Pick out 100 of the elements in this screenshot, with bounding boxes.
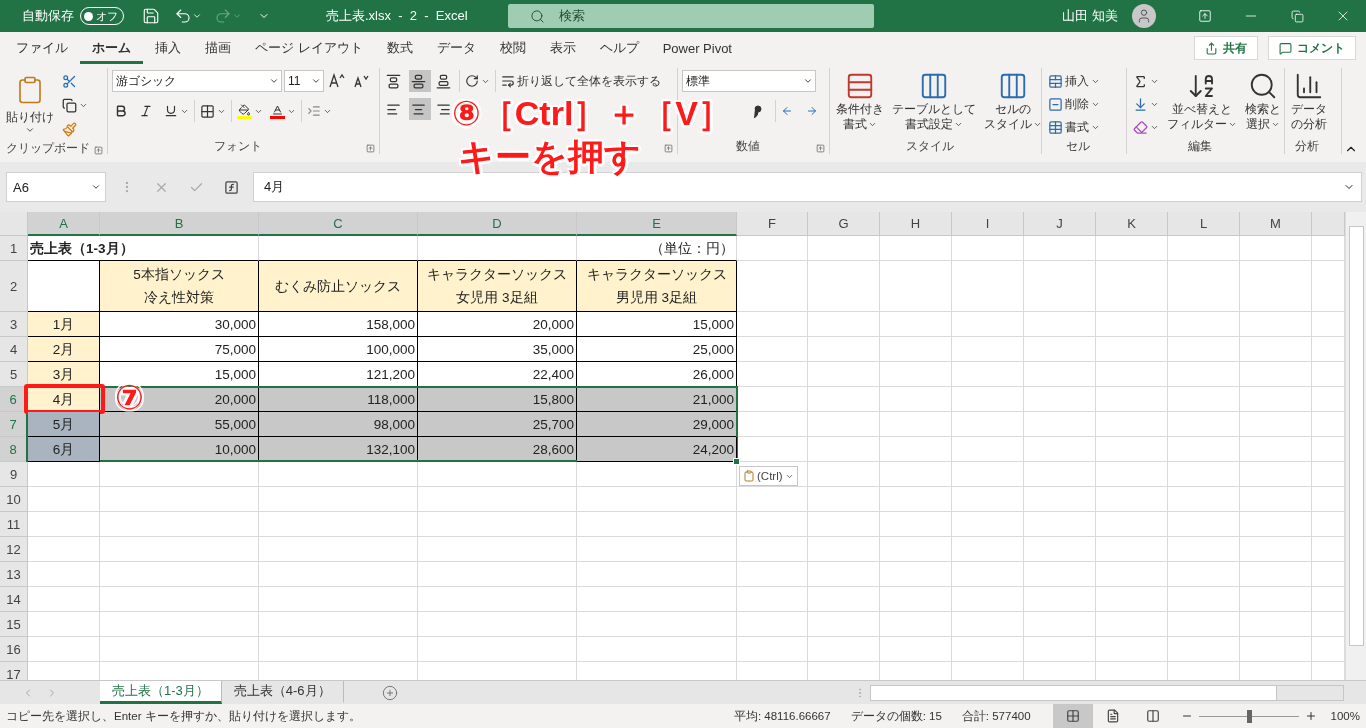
group-label: 分析	[1295, 137, 1319, 155]
grid-cell	[28, 487, 100, 512]
number-format-select[interactable]: 標準	[682, 70, 816, 92]
row-header[interactable]: 10	[0, 487, 28, 512]
zoom-thumb[interactable]	[1246, 709, 1252, 723]
style-button[interactable]: テーブルとして 書式設定	[890, 70, 978, 132]
row-header[interactable]: 4	[0, 337, 28, 362]
comment-button[interactable]: コメント	[1268, 36, 1356, 60]
table-cell: 29,000	[577, 412, 737, 437]
grid-cell	[1168, 512, 1240, 537]
font-size-select[interactable]: 11	[284, 70, 324, 92]
row-header[interactable]: 15	[0, 612, 28, 637]
editing-button[interactable]: 検索と 選択	[1243, 70, 1283, 132]
grid-cell	[808, 612, 880, 637]
menu-tab[interactable]: Power Pivot	[650, 32, 744, 64]
share-button[interactable]: 共有	[1194, 36, 1258, 60]
wrap-text-button[interactable]: 折り返して全体を表示する	[499, 70, 663, 92]
normal-view-icon[interactable]	[1052, 704, 1093, 728]
cells-button[interactable]: 書式	[1046, 116, 1102, 138]
row-header[interactable]: 12	[0, 537, 28, 562]
dialog-launcher-icon[interactable]	[664, 144, 673, 153]
vertical-align-icon[interactable]	[409, 70, 431, 92]
name-box[interactable]: A6	[6, 172, 106, 202]
row-header[interactable]: 3	[0, 312, 28, 337]
column-header[interactable]: K	[1096, 212, 1168, 236]
editing-button[interactable]: 並べ替えと フィルター	[1165, 70, 1239, 132]
row-header[interactable]: 7	[0, 412, 28, 437]
month-cell: 2月	[28, 337, 100, 362]
column-header[interactable]: A	[28, 212, 100, 236]
column-header[interactable]: F	[737, 212, 808, 236]
grid-cell	[880, 412, 952, 437]
dialog-launcher-icon[interactable]	[94, 146, 103, 155]
paste-options-button[interactable]: (Ctrl)	[739, 466, 798, 486]
dialog-launcher-icon[interactable]	[816, 144, 825, 153]
grid-cell	[1312, 261, 1345, 312]
dialog-launcher-icon[interactable]	[366, 144, 375, 153]
menu-tab[interactable]: データ	[424, 32, 488, 64]
heading-text: 男児用 3足組	[615, 289, 698, 307]
grid-cell	[880, 236, 952, 261]
grid-cell	[1312, 587, 1345, 612]
column-header[interactable]: L	[1168, 212, 1240, 236]
row-header[interactable]: 8	[0, 437, 28, 462]
row-header[interactable]: 14	[0, 587, 28, 612]
column-header[interactable]: J	[1024, 212, 1096, 236]
grid-cell	[1240, 236, 1312, 261]
column-header[interactable]: D	[418, 212, 577, 236]
menu-tab[interactable]: ファイル	[4, 32, 80, 64]
horizontal-scrollbar[interactable]	[870, 684, 1344, 701]
search-field[interactable]: 検索	[507, 4, 874, 28]
row-header[interactable]: 13	[0, 562, 28, 587]
user-name: 山田 知美	[1062, 7, 1118, 25]
row-header[interactable]: 5	[0, 362, 28, 387]
grid-cell	[880, 562, 952, 587]
zoom-in-icon[interactable]	[1304, 710, 1317, 722]
grid-cell	[28, 637, 100, 662]
grid-cell	[880, 337, 952, 362]
column-header[interactable]: E	[577, 212, 737, 236]
menu-tab[interactable]: 表示	[537, 32, 588, 64]
sheet-tab[interactable]: 売上表（4-6月）	[221, 681, 344, 704]
row-header[interactable]: 16	[0, 637, 28, 662]
row-header[interactable]: 9	[0, 462, 28, 487]
menu-tab[interactable]: 数式	[374, 32, 425, 64]
horizontal-align-icon[interactable]	[409, 98, 431, 120]
grid-cell	[737, 637, 808, 662]
grid-cell	[1240, 637, 1312, 662]
row-header[interactable]: 2	[0, 261, 28, 312]
insert-function-icon[interactable]	[224, 179, 239, 195]
row-header[interactable]: 1	[0, 236, 28, 261]
menu-tab[interactable]: 描画	[193, 32, 243, 64]
avatar-icon[interactable]	[1132, 4, 1156, 28]
menu-tab[interactable]: 挿入	[143, 32, 193, 64]
grid-cell	[737, 236, 808, 261]
paste-button[interactable]: 貼り付け	[4, 70, 56, 135]
cells-button[interactable]: 挿入	[1046, 70, 1102, 92]
grid-cell	[952, 337, 1024, 362]
column-header[interactable]: M	[1240, 212, 1312, 236]
column-header[interactable]: B	[100, 212, 259, 236]
menu-tab[interactable]: ホーム	[80, 32, 143, 64]
column-header[interactable]: I	[952, 212, 1024, 236]
menu-tab[interactable]: ページ レイアウト	[243, 32, 375, 64]
menu-tab[interactable]: 校閲	[487, 32, 538, 64]
grid-cell	[1168, 387, 1240, 412]
cells-button[interactable]: 削除	[1046, 93, 1102, 115]
column-header[interactable]: H	[880, 212, 952, 236]
sheet-tab[interactable]: 売上表（1-3月）	[100, 681, 222, 704]
style-button[interactable]: セルの スタイル	[982, 70, 1044, 132]
font-name-select[interactable]: 游ゴシック	[112, 70, 282, 92]
analyze-data-button[interactable]: データ の分析	[1289, 70, 1329, 132]
style-button[interactable]: 条件付き 書式	[834, 70, 886, 132]
column-header[interactable]: C	[259, 212, 418, 236]
save-icon[interactable]	[142, 7, 160, 25]
vertical-scrollbar[interactable]	[1345, 212, 1366, 680]
clipboard-icon	[743, 470, 755, 482]
column-header[interactable]: G	[808, 212, 880, 236]
undo-icon[interactable]	[174, 7, 202, 25]
status-message: コピー先を選択し、Enter キーを押すか、貼り付けを選択します。	[6, 708, 361, 724]
fill-handle[interactable]	[733, 458, 740, 465]
row-header[interactable]: 11	[0, 512, 28, 537]
menu-tab[interactable]: ヘルプ	[587, 32, 651, 64]
row-header[interactable]: 17	[0, 662, 28, 680]
